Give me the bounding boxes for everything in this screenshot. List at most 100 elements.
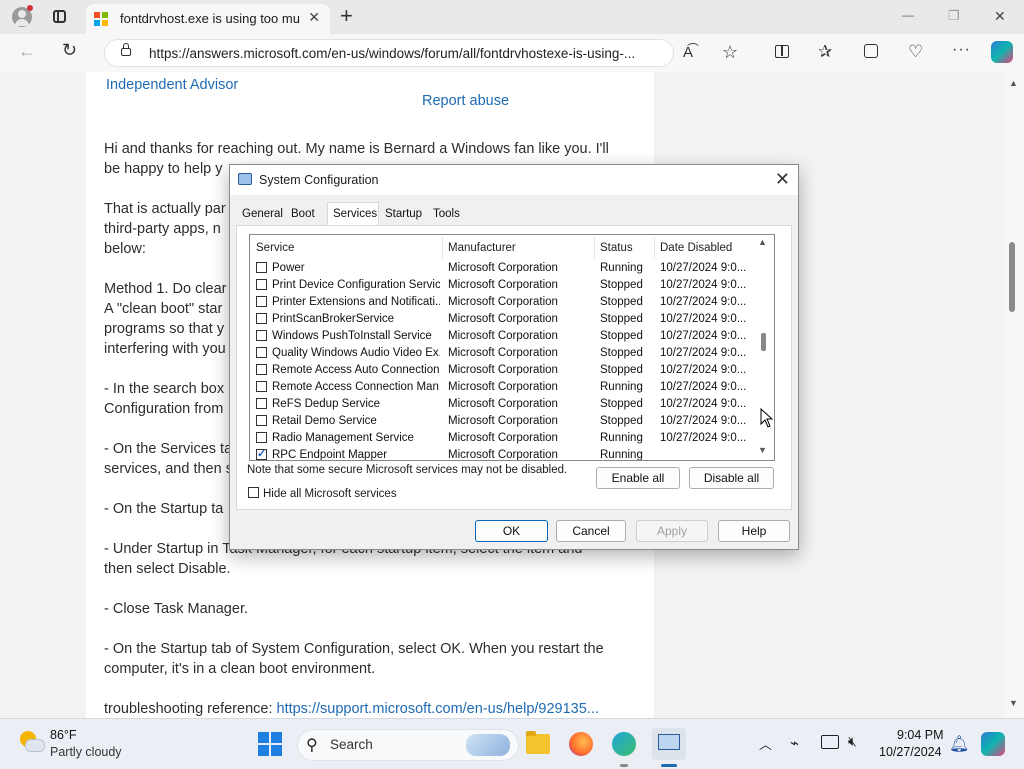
service-checkbox[interactable] — [256, 432, 267, 443]
column-header-status[interactable]: Status — [600, 242, 633, 254]
list-scroll-down-icon[interactable]: ▼ — [758, 445, 767, 455]
refresh-icon[interactable]: ↻ — [62, 40, 77, 61]
paragraph-line: - Close Task Manager. — [104, 601, 248, 617]
network-icon[interactable]: ⌁ — [790, 734, 799, 752]
service-row[interactable]: Print Device Configuration Service Micros… — [250, 277, 760, 294]
dialog-titlebar[interactable]: System Configuration ✕ — [230, 165, 798, 195]
tray-overflow-icon[interactable]: ︿ — [759, 734, 772, 753]
service-checkbox[interactable] — [256, 262, 267, 273]
volume-muted-icon[interactable]: 🔇︎ — [848, 733, 857, 750]
services-list[interactable]: Service Manufacturer Status Date Disable… — [249, 234, 775, 461]
service-date-disabled: 10/27/2024 9:0... — [660, 381, 747, 393]
back-icon[interactable]: ← — [18, 41, 36, 62]
msconfig-taskbar-icon[interactable] — [652, 728, 686, 760]
notification-bell-icon[interactable]: 🔔︎ — [949, 734, 969, 754]
service-checkbox[interactable] — [256, 447, 267, 460]
service-row[interactable]: Radio Management Service Microsoft Corpor… — [250, 430, 760, 447]
service-checkbox[interactable] — [256, 381, 267, 392]
weather-temperature[interactable]: 86°F — [50, 728, 77, 742]
hide-ms-services-label[interactable]: Hide all Microsoft services — [263, 488, 397, 500]
read-aloud-icon[interactable]: A͡ — [683, 44, 693, 61]
service-checkbox[interactable] — [256, 313, 267, 324]
start-icon[interactable] — [258, 732, 282, 756]
service-row[interactable]: PrintScanBrokerService Microsoft Corporat… — [250, 311, 760, 328]
service-row[interactable]: ReFS Dedup Service Microsoft Corporation S… — [250, 396, 760, 413]
service-row[interactable]: Remote Access Auto Connection... Microsof… — [250, 362, 760, 379]
scroll-up-icon[interactable]: ▲ — [1009, 78, 1018, 88]
edge-icon[interactable] — [612, 732, 636, 756]
service-checkbox[interactable] — [256, 364, 267, 375]
service-name: Retail Demo Service — [272, 415, 377, 427]
address-bar[interactable]: https://answers.microsoft.com/en-us/wind… — [104, 39, 674, 67]
service-row[interactable]: RPC Endpoint Mapper Microsoft Corporation… — [250, 447, 760, 460]
list-scroll-up-icon[interactable]: ▲ — [758, 237, 767, 247]
split-screen-icon[interactable] — [775, 45, 789, 58]
display-icon[interactable] — [821, 735, 839, 749]
ok-button[interactable]: OK — [475, 520, 548, 542]
scroll-down-icon[interactable]: ▼ — [1009, 698, 1018, 708]
copilot-taskbar-icon[interactable] — [981, 732, 1005, 756]
enable-all-button[interactable]: Enable all — [596, 467, 680, 489]
weather-description[interactable]: Partly cloudy — [50, 745, 122, 759]
browser-tab[interactable]: fontdrvhost.exe is using too much ✕ — [86, 4, 330, 34]
list-scroll-thumb[interactable] — [761, 333, 766, 351]
close-window-button[interactable]: ✕ — [994, 8, 1006, 25]
apply-button[interactable]: Apply — [636, 520, 708, 542]
tab-general[interactable]: General — [242, 208, 283, 220]
favorites-icon[interactable]: ✰ — [818, 42, 832, 62]
service-checkbox[interactable] — [256, 398, 267, 409]
weather-icon[interactable] — [20, 731, 45, 753]
report-abuse-link[interactable]: Report abuse — [422, 93, 509, 109]
tab-services[interactable]: Services — [333, 208, 377, 220]
taskbar-search[interactable]: ⚲ Search — [297, 729, 519, 761]
service-row[interactable]: Retail Demo Service Microsoft Corporation… — [250, 413, 760, 430]
tab-startup[interactable]: Startup — [385, 208, 422, 220]
service-checkbox[interactable] — [256, 330, 267, 341]
copilot-icon[interactable] — [991, 41, 1013, 63]
clock-time[interactable]: 9:04 PM — [897, 728, 944, 742]
tab-actions-icon[interactable] — [53, 10, 66, 23]
minimize-button[interactable]: — — [902, 8, 914, 22]
lock-icon[interactable] — [121, 43, 131, 56]
service-manufacturer: Microsoft Corporation — [448, 313, 558, 325]
service-checkbox[interactable] — [256, 296, 267, 307]
service-name: Printer Extensions and Notificati... — [272, 296, 440, 308]
firefox-icon[interactable] — [569, 732, 593, 756]
restore-button[interactable]: ❐ — [948, 8, 960, 24]
column-header-manufacturer[interactable]: Manufacturer — [448, 242, 516, 254]
page-scroll-thumb[interactable] — [1009, 242, 1015, 312]
help-button[interactable]: Help — [718, 520, 790, 542]
service-row[interactable]: Quality Windows Audio Video Ex... Microso… — [250, 345, 760, 362]
author-role[interactable]: Independent Advisor — [106, 77, 238, 93]
tab-boot[interactable]: Boot — [291, 208, 315, 220]
hide-ms-services-checkbox[interactable] — [248, 487, 259, 498]
reference-link[interactable]: https://support.microsoft.com/en-us/help… — [277, 701, 599, 717]
more-options-icon[interactable]: ··· — [952, 41, 971, 59]
service-status: Stopped — [600, 415, 643, 427]
dialog-close-icon[interactable]: ✕ — [775, 169, 790, 190]
column-header-date-disabled[interactable]: Date Disabled — [660, 242, 732, 254]
service-checkbox[interactable] — [256, 347, 267, 358]
service-checkbox[interactable] — [256, 279, 267, 290]
column-header-service[interactable]: Service — [256, 242, 294, 254]
page-scrollbar[interactable]: ▲ ▼ — [1004, 72, 1024, 718]
service-date-disabled: 10/27/2024 9:0... — [660, 330, 747, 342]
service-row[interactable]: Remote Access Connection Man... Microsoft… — [250, 379, 760, 396]
profile-icon[interactable] — [12, 5, 33, 27]
favorite-star-icon[interactable]: ☆ — [722, 42, 738, 63]
service-row[interactable]: Printer Extensions and Notificati... Micr… — [250, 294, 760, 311]
cancel-button[interactable]: Cancel — [556, 520, 626, 542]
service-status: Running — [600, 432, 643, 444]
new-tab-button[interactable]: + — [340, 3, 353, 29]
file-explorer-icon[interactable] — [526, 731, 550, 754]
service-date-disabled: 10/27/2024 9:0... — [660, 296, 747, 308]
clock-date[interactable]: 10/27/2024 — [879, 745, 942, 759]
service-row[interactable]: Power Microsoft Corporation Running 10/27/2… — [250, 260, 760, 277]
tab-tools[interactable]: Tools — [433, 208, 460, 220]
tab-close-icon[interactable]: ✕ — [308, 9, 320, 26]
disable-all-button[interactable]: Disable all — [689, 467, 774, 489]
collections-icon[interactable] — [864, 44, 878, 58]
service-row[interactable]: Windows PushToInstall Service Microsoft C… — [250, 328, 760, 345]
service-checkbox[interactable] — [256, 415, 267, 426]
browser-essentials-icon[interactable]: ♡ — [908, 42, 923, 62]
